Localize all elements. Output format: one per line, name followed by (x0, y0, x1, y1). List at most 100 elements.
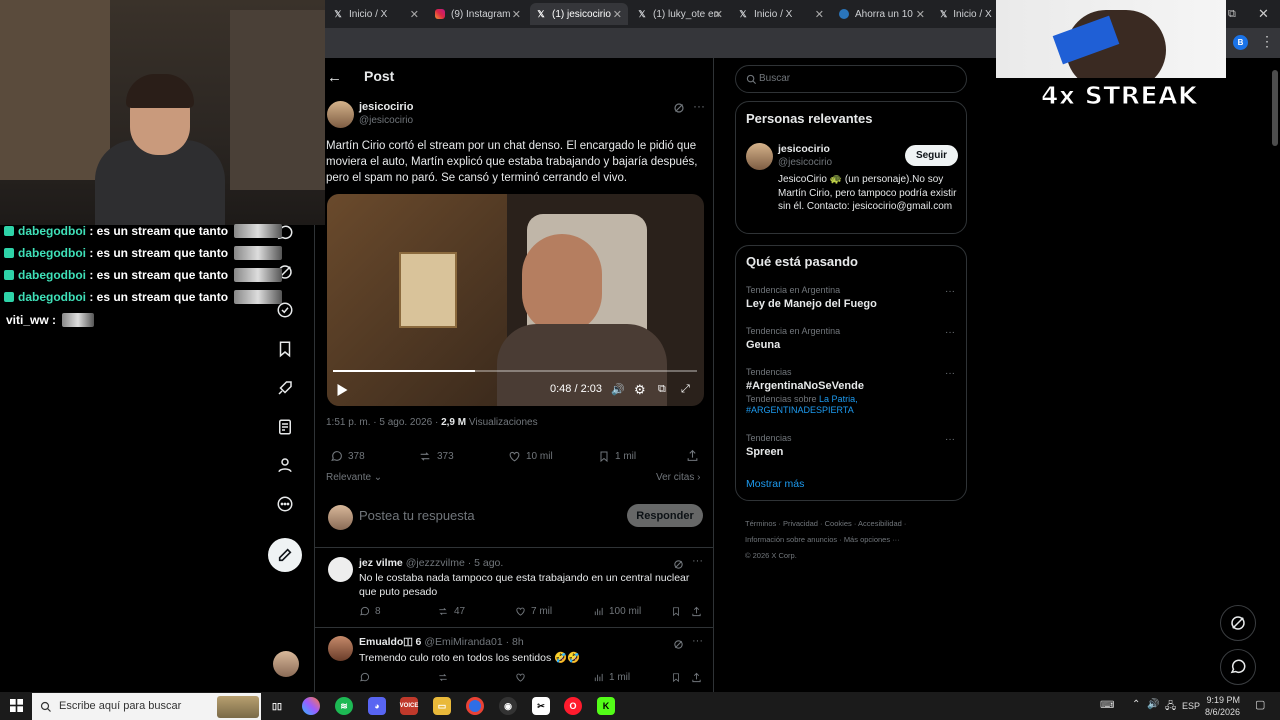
video-progress-track[interactable] (333, 370, 697, 372)
clock-date[interactable]: 8/6/2026 (1200, 707, 1240, 717)
more-options-icon[interactable] (273, 492, 297, 516)
post-timestamp[interactable]: 1:51 p. m. · 5 ago. 2026 · (326, 417, 441, 428)
search-input[interactable]: Buscar (759, 73, 790, 84)
reply-input[interactable]: Postea tu respuesta (359, 508, 475, 523)
browser-tab[interactable]: (9) Instagram ✕ (429, 3, 527, 25)
like-button[interactable]: 10 mil (508, 450, 553, 463)
close-tab-icon[interactable]: ✕ (613, 8, 622, 21)
spotify-icon[interactable]: ≋ (335, 697, 353, 715)
kick-icon[interactable]: K (597, 697, 615, 715)
sort-replies-dropdown[interactable]: Relevante ⌄ (326, 472, 382, 483)
views-button[interactable]: 1 mil (593, 672, 630, 683)
pip-icon[interactable]: ⧉ (658, 383, 666, 396)
network-icon[interactable]: 🖧 (1165, 699, 1176, 716)
trend-item[interactable]: Tendencia en Argentina Geuna (746, 326, 956, 351)
trend-item[interactable]: Tendencia en Argentina Ley de Manejo del… (746, 285, 956, 310)
bookmark-button[interactable] (671, 672, 686, 683)
footer-link[interactable]: Más opciones ··· (844, 535, 900, 544)
more-icon[interactable]: ··· (692, 555, 703, 567)
obs-icon[interactable]: ◉ (499, 697, 517, 715)
messages-float-button[interactable] (1220, 649, 1256, 685)
grok-icon[interactable] (673, 101, 685, 119)
show-hidden-icons[interactable]: ⌃ (1132, 699, 1140, 710)
fullscreen-icon[interactable]: ⤢ (681, 383, 690, 396)
bookmark-button[interactable]: 1 mil (598, 450, 636, 463)
reply-author-handle[interactable]: @EmiMiranda01 · 8h (424, 636, 523, 648)
more-icon[interactable]: ··· (693, 99, 705, 113)
follow-button[interactable]: Seguir (905, 145, 958, 166)
back-arrow-icon[interactable]: ← (327, 69, 342, 86)
file-explorer-icon[interactable]: ▭ (433, 697, 451, 715)
trend-item[interactable]: Tendencias Spreen (746, 433, 956, 458)
relevant-handle[interactable]: @jesicocirio (778, 157, 832, 168)
language-indicator[interactable]: ESP (1182, 701, 1200, 711)
reply-author-handle[interactable]: @jezzzvilme · 5 ago. (406, 557, 504, 569)
trend-item[interactable]: Tendencias #ArgentinaNoSeVende Tendencia… (746, 367, 956, 416)
share-button[interactable] (691, 672, 707, 683)
footer-link[interactable]: Accesibilidad (858, 519, 902, 528)
taskbar-search-input[interactable]: Escribe aquí para buscar (59, 700, 181, 712)
task-view-icon[interactable]: ▯▯ (268, 697, 286, 715)
reply-button[interactable]: 8 (359, 606, 381, 617)
play-icon[interactable] (337, 383, 348, 401)
like-button[interactable] (515, 672, 531, 683)
share-button[interactable] (686, 449, 704, 462)
discord-icon[interactable]: ◕ (368, 697, 386, 715)
repost-button[interactable]: 47 (437, 606, 465, 617)
grok-float-button[interactable] (1220, 605, 1256, 641)
volume-icon[interactable]: 🔊 (1147, 699, 1159, 710)
repost-button[interactable] (437, 672, 454, 683)
volume-icon[interactable]: 🔊 (611, 383, 625, 396)
articles-icon[interactable] (273, 415, 297, 439)
account-avatar[interactable] (273, 651, 299, 677)
page-scrollbar[interactable] (1272, 70, 1278, 146)
relevant-avatar[interactable] (746, 143, 773, 170)
footer-link[interactable]: Cookies (825, 519, 852, 528)
close-tab-icon[interactable]: ✕ (714, 8, 723, 21)
footer-link[interactable]: Términos (745, 519, 776, 528)
close-tab-icon[interactable]: ✕ (815, 8, 824, 21)
browser-menu-icon[interactable]: ⋮ (1260, 33, 1274, 50)
capcut-icon[interactable]: ✂ (532, 697, 550, 715)
reply-author-name[interactable]: jez vilme (359, 557, 403, 569)
close-tab-icon[interactable]: ✕ (410, 8, 419, 21)
notifications-icon[interactable]: ▢ (1255, 698, 1265, 711)
browser-tab[interactable]: 𝕏 Inicio / X ✕ (327, 3, 425, 25)
close-window-icon[interactable]: ✕ (1258, 6, 1269, 22)
post-video[interactable]: 0:48 / 2:03 🔊 ⚙ ⧉ ⤢ (327, 194, 704, 406)
reply-submit-button[interactable]: Responder (627, 504, 703, 527)
reply-button[interactable]: 378 (330, 450, 365, 463)
copilot-icon[interactable] (302, 697, 320, 715)
browser-tab[interactable]: 𝕏 Inicio / X (934, 3, 994, 25)
voicemod-icon[interactable]: VOICE (400, 697, 418, 715)
share-button[interactable] (691, 606, 707, 617)
keyboard-icon[interactable]: ⌨ (1100, 700, 1114, 711)
windows-start-icon[interactable] (10, 699, 23, 717)
footer-link[interactable]: Información sobre anuncios (745, 535, 837, 544)
taskbar-search-box[interactable]: Escribe aquí para buscar (32, 693, 261, 720)
bookmarks-icon[interactable] (273, 337, 297, 361)
close-tab-icon[interactable]: ✕ (916, 8, 925, 21)
more-icon[interactable]: ··· (692, 635, 703, 647)
show-more-link[interactable]: Mostrar más (746, 478, 804, 490)
browser-tab-active[interactable]: 𝕏 (1) jesicocirio ✕ (530, 3, 628, 25)
browser-tab[interactable]: Ahorra un 10 ✕ (833, 3, 931, 25)
reply-button[interactable] (359, 672, 375, 683)
profile-nav-icon[interactable] (273, 453, 297, 477)
bookmark-button[interactable] (671, 606, 686, 617)
reply-author-name[interactable]: Emualdo🇮 6 (359, 636, 421, 648)
author-handle[interactable]: @jesicocirio (359, 115, 413, 126)
compose-post-button[interactable] (268, 538, 302, 572)
close-tab-icon[interactable]: ✕ (512, 8, 521, 21)
footer-link[interactable]: Privacidad (783, 519, 818, 528)
chrome-icon[interactable] (466, 697, 484, 715)
author-avatar[interactable] (327, 101, 354, 128)
browser-tab[interactable]: 𝕏 (1) luky_ote en ✕ (631, 3, 729, 25)
relevant-name[interactable]: jesicocirio (778, 143, 830, 155)
reply-avatar[interactable] (328, 557, 353, 582)
trend-more-icon[interactable]: ··· (945, 286, 955, 297)
clock-time[interactable]: 9:19 PM (1206, 695, 1240, 705)
author-name[interactable]: jesicocirio (359, 101, 413, 113)
trend-more-icon[interactable]: ··· (945, 368, 955, 379)
trend-more-icon[interactable]: ··· (945, 327, 955, 338)
